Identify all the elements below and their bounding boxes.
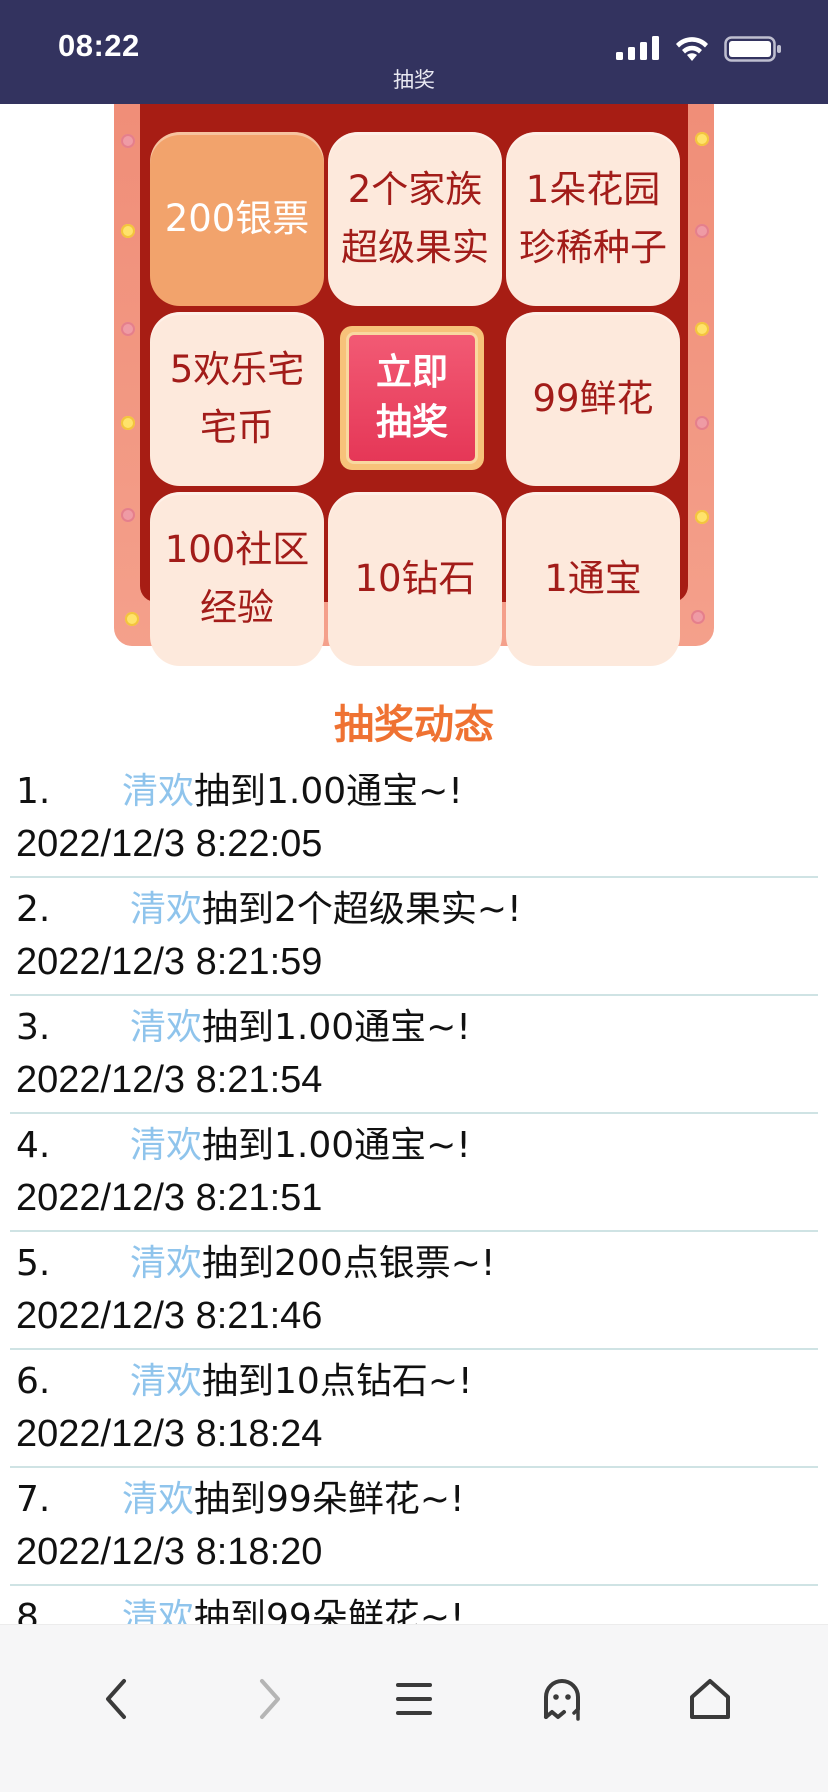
prize-cell-super-fruit: 2个家族 超级果实 bbox=[328, 132, 502, 306]
feed-title: 抽奖动态 bbox=[334, 702, 494, 748]
user-name[interactable]: 清欢 bbox=[130, 1125, 202, 1166]
item-time: 2022/12/3 8:21:54 bbox=[16, 1059, 323, 1101]
light-dot bbox=[695, 322, 709, 336]
forward-button[interactable] bbox=[238, 1669, 298, 1729]
item-time: 2022/12/3 8:18:20 bbox=[16, 1531, 323, 1573]
item-index: 4. bbox=[16, 1125, 51, 1166]
prize-cell-flowers: 99鲜花 bbox=[506, 312, 680, 486]
light-dot bbox=[695, 416, 709, 430]
item-time: 2022/12/3 8:21:46 bbox=[16, 1295, 323, 1337]
item-text: 抽到99朵鲜花~! bbox=[194, 1597, 465, 1624]
list-item: 1. 清欢抽到1.00通宝~! 2022/12/3 8:22:05 bbox=[10, 760, 818, 878]
item-index: 5. bbox=[16, 1243, 51, 1284]
back-button[interactable] bbox=[88, 1669, 148, 1729]
item-text: 抽到99朵鲜花~! bbox=[194, 1479, 465, 1520]
light-dot bbox=[121, 416, 135, 430]
light-dot bbox=[125, 612, 139, 626]
light-dot bbox=[121, 134, 135, 148]
prize-cell-community-exp: 100社区 经验 bbox=[150, 492, 324, 666]
list-item: 6. 清欢抽到10点钻石~! 2022/12/3 8:18:24 bbox=[10, 1350, 818, 1468]
draw-button[interactable]: 立即 抽奖 bbox=[340, 326, 484, 470]
item-time: 2022/12/3 8:22:05 bbox=[16, 823, 323, 865]
menu-icon bbox=[396, 1683, 432, 1715]
draw-button-face[interactable]: 立即 抽奖 bbox=[346, 332, 478, 464]
item-index: 6. bbox=[16, 1361, 51, 1402]
user-name[interactable]: 清欢 bbox=[122, 771, 194, 812]
draw-button-label: 立即 bbox=[375, 352, 448, 393]
prize-label: 10钻石 bbox=[354, 557, 476, 600]
forward-icon bbox=[260, 1679, 280, 1719]
prize-label: 宅币 bbox=[199, 406, 274, 449]
light-dot bbox=[691, 610, 705, 624]
user-name[interactable]: 清欢 bbox=[122, 1597, 194, 1624]
item-text: 抽到1.00通宝~! bbox=[202, 1007, 471, 1048]
item-text: 抽到1.00通宝~! bbox=[194, 771, 463, 812]
status-time: 08:22 bbox=[58, 28, 140, 63]
light-dot bbox=[695, 132, 709, 146]
list-item: 8. 清欢抽到99朵鲜花~! bbox=[10, 1586, 818, 1624]
user-name[interactable]: 清欢 bbox=[130, 1007, 202, 1048]
user-name[interactable]: 清欢 bbox=[122, 1479, 194, 1520]
prize-label: 超级果实 bbox=[341, 226, 489, 269]
prize-label: 100社区 bbox=[164, 528, 310, 571]
item-text: 抽到10点钻石~! bbox=[202, 1361, 473, 1402]
item-index: 2. bbox=[16, 889, 51, 930]
item-text: 抽到1.00通宝~! bbox=[202, 1125, 471, 1166]
item-index: 3. bbox=[16, 1007, 51, 1048]
prize-cell-rare-seed: 1朵花园 珍稀种子 bbox=[506, 132, 680, 306]
item-time: 2022/12/3 8:21:51 bbox=[16, 1177, 323, 1219]
browser-toolbar bbox=[0, 1624, 828, 1792]
menu-button[interactable] bbox=[384, 1669, 444, 1729]
prize-cell-diamonds: 10钻石 bbox=[328, 492, 502, 666]
prize-label: 200银票 bbox=[164, 197, 310, 240]
item-time: 2022/12/3 8:21:59 bbox=[16, 941, 323, 983]
prize-label: 5欢乐宅 bbox=[169, 348, 305, 391]
screen: 08:22 抽奖 200银票 2个家族 超级果实 1朵花园 珍稀种子 5欢乐宅 … bbox=[0, 0, 828, 1792]
list-item: 5. 清欢抽到200点银票~! 2022/12/3 8:21:46 bbox=[10, 1232, 818, 1350]
list-item: 2. 清欢抽到2个超级果实~! 2022/12/3 8:21:59 bbox=[10, 878, 818, 996]
light-dot bbox=[121, 322, 135, 336]
status-bar: 08:22 抽奖 bbox=[0, 0, 828, 104]
item-index: 1. bbox=[16, 771, 51, 812]
prize-cell-tongbao: 1通宝 bbox=[506, 492, 680, 666]
lottery-board: 200银票 2个家族 超级果实 1朵花园 珍稀种子 5欢乐宅 宅币 立即 抽奖 … bbox=[114, 104, 714, 670]
item-time: 2022/12/3 8:18:24 bbox=[16, 1413, 323, 1455]
list-item: 7. 清欢抽到99朵鲜花~! 2022/12/3 8:18:20 bbox=[10, 1468, 818, 1586]
ghost-button[interactable] bbox=[532, 1669, 592, 1729]
home-button[interactable] bbox=[680, 1669, 740, 1729]
item-index: 7. bbox=[16, 1479, 51, 1520]
user-name[interactable]: 清欢 bbox=[130, 1243, 202, 1284]
prize-cell-silver-ticket: 200银票 bbox=[150, 132, 324, 306]
wifi-icon bbox=[676, 37, 708, 61]
list-item: 3. 清欢抽到1.00通宝~! 2022/12/3 8:21:54 bbox=[10, 996, 818, 1114]
ghost-icon bbox=[544, 1679, 580, 1721]
home-icon bbox=[690, 1679, 730, 1719]
light-dot bbox=[695, 510, 709, 524]
item-text: 抽到2个超级果实~! bbox=[202, 889, 522, 930]
list-item: 4. 清欢抽到1.00通宝~! 2022/12/3 8:21:51 bbox=[10, 1114, 818, 1232]
light-dot bbox=[121, 508, 135, 522]
item-text: 抽到200点银票~! bbox=[202, 1243, 496, 1284]
light-dot bbox=[121, 224, 135, 238]
draw-button-label: 抽奖 bbox=[375, 402, 448, 443]
feed-list: 1. 清欢抽到1.00通宝~! 2022/12/3 8:22:05 2. 清欢抽到2… bbox=[10, 760, 818, 1624]
prize-label: 经验 bbox=[200, 586, 274, 629]
prize-label: 1朵花园 bbox=[525, 168, 661, 211]
user-name[interactable]: 清欢 bbox=[130, 1361, 202, 1402]
prize-label: 珍稀种子 bbox=[519, 226, 667, 269]
battery-icon bbox=[724, 36, 781, 62]
light-dot bbox=[695, 224, 709, 238]
prize-label: 2个家族 bbox=[347, 168, 483, 211]
prize-cell-home-coin: 5欢乐宅 宅币 bbox=[150, 312, 324, 486]
user-name[interactable]: 清欢 bbox=[130, 889, 202, 930]
prize-label: 1通宝 bbox=[544, 557, 642, 600]
page-title: 抽奖 bbox=[393, 68, 435, 92]
status-icons bbox=[616, 36, 794, 62]
back-icon bbox=[106, 1679, 126, 1719]
prize-label: 99鲜花 bbox=[532, 377, 654, 420]
signal-icon bbox=[616, 36, 659, 60]
item-index: 8. bbox=[16, 1597, 51, 1624]
